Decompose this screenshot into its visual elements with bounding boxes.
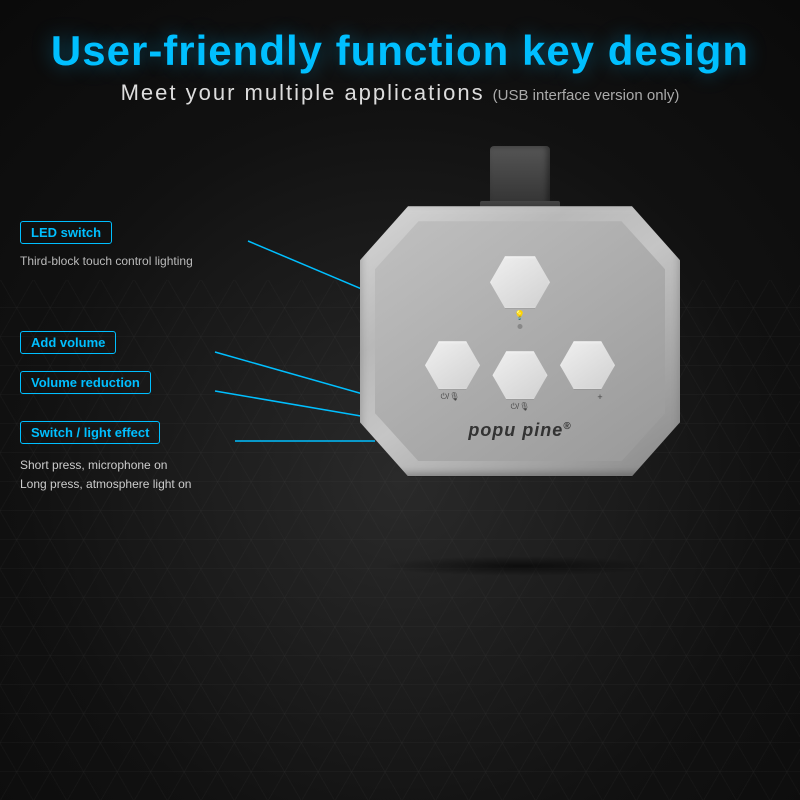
brand-logo: popu pine® <box>468 420 571 441</box>
product-area: LED switch Third-block touch control lig… <box>0 126 800 696</box>
callout-add-volume: Add volume <box>20 331 116 354</box>
icon-power-mic-label: ⏻/🎙 <box>420 393 480 402</box>
switch-light-description: Short press, microphone on Long press, a… <box>20 456 191 494</box>
usb-cable <box>490 146 550 206</box>
icon-switch-label: ⏻/🎙 <box>490 403 550 412</box>
subtitle-main: Meet your multiple applications <box>121 80 485 106</box>
device-product: 💡 ⏻/🎙 ⏻/🎙 + popu pine® <box>320 176 720 576</box>
led-switch-label: LED switch <box>20 221 112 244</box>
header-section: User-friendly function key design Meet y… <box>0 0 800 116</box>
led-switch-description: Third-block touch control lighting <box>20 254 193 268</box>
icon-led-label: 💡 <box>514 311 525 321</box>
device-body: 💡 ⏻/🎙 ⏻/🎙 + popu pine® <box>360 206 680 476</box>
led-indicator <box>518 324 523 329</box>
subtitle-note: (USB interface version only) <box>493 87 680 104</box>
callout-switch-light: Switch / light effect <box>20 421 160 444</box>
add-volume-label: Add volume <box>20 331 116 354</box>
callout-led-switch: LED switch <box>20 221 112 244</box>
brand-symbol: ® <box>563 421 571 432</box>
icon-plus-label: + <box>570 393 630 403</box>
device-shadow <box>380 556 660 576</box>
main-title: User-friendly function key design <box>20 28 780 74</box>
switch-light-label: Switch / light effect <box>20 421 160 444</box>
subtitle-row: Meet your multiple applications (USB int… <box>20 80 780 106</box>
brand-name: popu pine <box>468 420 563 440</box>
volume-reduction-label: Volume reduction <box>20 371 151 394</box>
callout-volume-reduction: Volume reduction <box>20 371 151 394</box>
